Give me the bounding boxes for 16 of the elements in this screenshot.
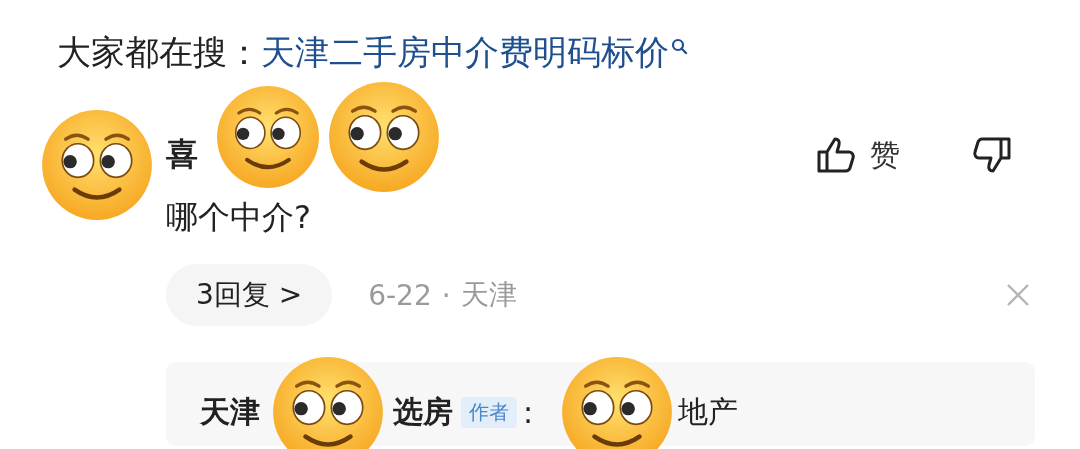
thumbs-up-icon[interactable] — [816, 136, 856, 174]
comment-text: 哪个中介? — [166, 197, 312, 238]
reply-colon: : — [523, 395, 534, 430]
thumbs-down-icon[interactable] — [972, 136, 1012, 174]
comment-date: 6-22 — [368, 278, 432, 312]
hot-search-label: 大家都在搜： — [57, 31, 261, 74]
author-badge: 作者 — [461, 397, 517, 428]
comment-location: 天津 — [460, 277, 517, 313]
author-name[interactable]: 喜 — [166, 133, 806, 177]
reply-author[interactable]: 选房 — [393, 392, 453, 433]
reply-text: 地产 — [678, 393, 739, 431]
separator-dot: · — [441, 278, 451, 312]
hot-search-link[interactable]: 天津二手房中介费明码标价 — [261, 30, 669, 74]
replies-button[interactable]: 3回复 > — [166, 264, 333, 326]
like-label[interactable]: 赞 — [870, 134, 900, 176]
reply-author[interactable]: 天津 — [200, 392, 260, 433]
